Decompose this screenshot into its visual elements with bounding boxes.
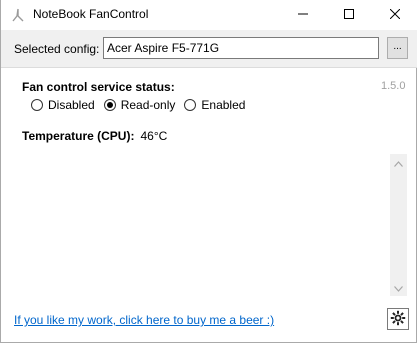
close-button[interactable] xyxy=(372,0,417,30)
minimize-button[interactable] xyxy=(280,0,326,30)
radio-label-read-only: Read-only xyxy=(120,98,176,112)
chevron-down-icon xyxy=(394,281,403,295)
service-status-radio-group: Disabled Read-only Enabled xyxy=(31,98,254,112)
radio-label-enabled: Enabled xyxy=(201,98,246,112)
maximize-button[interactable] xyxy=(326,0,372,30)
settings-button[interactable] xyxy=(387,308,409,330)
radio-read-only[interactable]: Read-only xyxy=(103,98,176,112)
temperature-label: Temperature (CPU): xyxy=(22,129,135,143)
scroll-down-button[interactable] xyxy=(390,279,407,296)
gear-icon xyxy=(390,310,406,329)
config-field[interactable]: Acer Aspire F5-771G xyxy=(103,37,379,59)
app-window: NoteBook FanControl Selected config: Ace… xyxy=(0,0,417,343)
radio-enabled[interactable]: Enabled xyxy=(184,98,245,112)
radio-button-read-only[interactable] xyxy=(103,99,116,111)
chevron-up-icon xyxy=(394,156,403,170)
maximize-icon xyxy=(344,8,354,22)
scroll-up-button[interactable] xyxy=(390,154,407,171)
config-bar: Selected config: Acer Aspire F5-771G ... xyxy=(1,30,417,68)
radio-button-enabled[interactable] xyxy=(184,99,197,111)
close-icon xyxy=(389,8,401,22)
title-bar[interactable]: NoteBook FanControl xyxy=(1,0,417,30)
version-label: 1.5.0 xyxy=(381,80,406,92)
browse-config-button[interactable]: ... xyxy=(387,37,408,59)
window-title: NoteBook FanControl xyxy=(33,7,149,21)
temperature-row: Temperature (CPU): 46°C xyxy=(22,129,167,143)
service-status-title: Fan control service status: xyxy=(22,80,175,94)
fan-app-icon xyxy=(10,7,26,23)
radio-label-disabled: Disabled xyxy=(48,98,95,112)
minimize-icon xyxy=(298,8,308,22)
radio-disabled[interactable]: Disabled xyxy=(31,98,95,112)
radio-button-disabled[interactable] xyxy=(31,99,43,111)
vertical-scrollbar[interactable] xyxy=(390,154,407,296)
buy-beer-link[interactable]: If you like my work, click here to buy m… xyxy=(14,313,274,327)
config-label: Selected config: xyxy=(14,42,100,56)
temperature-value: 46°C xyxy=(140,129,168,143)
